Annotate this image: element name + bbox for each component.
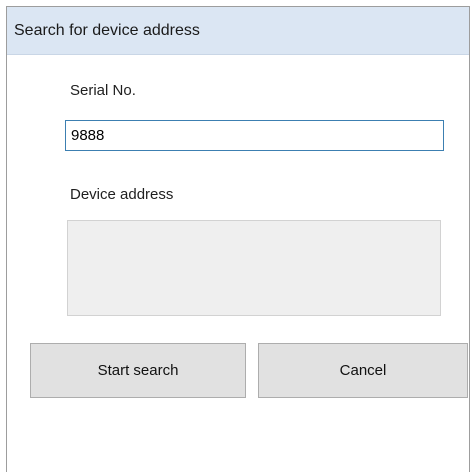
search-device-address-dialog: Search for device address Serial No. Dev… — [6, 6, 470, 472]
cancel-button[interactable]: Cancel — [258, 343, 468, 398]
start-search-button[interactable]: Start search — [30, 343, 246, 398]
serial-number-input[interactable] — [65, 120, 444, 151]
title-bar[interactable]: Search for device address — [7, 7, 469, 55]
device-address-label: Device address — [70, 186, 174, 203]
serial-number-label: Serial No. — [70, 82, 136, 99]
device-address-display — [67, 220, 441, 316]
dialog-title: Search for device address — [14, 22, 200, 39]
